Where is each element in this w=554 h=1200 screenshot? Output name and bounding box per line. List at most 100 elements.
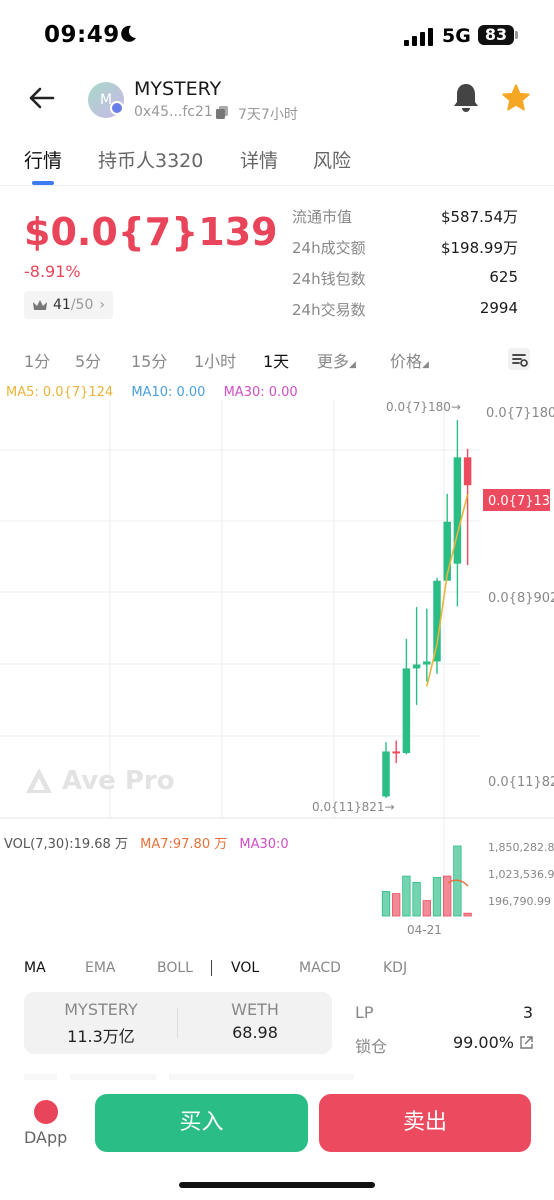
indicator-boll[interactable]: BOLL [157,960,193,976]
low-price-marker: 0.0{11}821→ [312,800,395,814]
price-mode-dropdown[interactable]: 价格◢ [390,348,429,372]
price-axis-label: 0.0{11}821 [488,775,554,790]
stat-value: $587.54万 [440,208,518,226]
liquidity-pool-card: MYSTERY 11.3万亿 WETH 68.98 [24,992,332,1054]
chevron-right-icon: › [99,297,105,313]
watermark-text: Ave Pro [62,766,175,796]
interval-1m[interactable]: 1分 [24,348,50,372]
interval-bar: 1分 5分 15分 1小时 1天 更多◢ 价格◢ [0,344,554,374]
interval-5m[interactable]: 5分 [75,348,101,372]
stat-row: 24h钱包数 625 [292,268,518,299]
pool-token-b: WETH 68.98 [178,1000,332,1042]
buy-button[interactable]: 买入 [95,1094,308,1152]
copy-icon[interactable] [216,106,228,119]
volume-bar [463,912,472,917]
vol-label: VOL(7,30):19.68 万 [4,837,128,852]
bell-icon[interactable] [452,82,480,112]
tab-market[interactable]: 行情 [24,146,62,173]
ma10-label: MA10: 0.00 [131,385,206,400]
moon-icon [121,25,136,42]
stat-label: 流通市值 [292,208,353,226]
rank-total: /50 [70,297,94,313]
stat-value: 2994 [479,299,518,317]
stat-row: 24h成交额 $198.99万 [292,237,518,268]
dapp-icon[interactable] [34,1100,58,1124]
external-link-icon[interactable] [520,1036,533,1049]
interval-more-dropdown[interactable]: 更多◢ [317,348,356,372]
pool-token-a-amount: 11.3万亿 [67,1027,135,1046]
volume-bar [402,875,411,917]
volume-bar [381,891,391,917]
stat-value: $198.99万 [440,239,518,257]
ma30-label: MA30: 0.00 [223,385,298,400]
high-price-marker: 0.0{7}180→ [386,400,461,414]
lock-value-wrap: 99.00% [453,1033,533,1052]
back-arrow-icon[interactable] [28,86,56,110]
indicator-kdj[interactable]: KDJ [383,960,407,976]
chart-settings-icon[interactable] [508,348,530,370]
candle-body [463,457,472,486]
crown-icon [33,300,47,310]
battery-icon: 83 [478,25,514,45]
indicator-separator [211,960,212,976]
volume-bar [432,877,442,917]
battery-tip [515,31,518,39]
lp-value: 3 [522,1003,533,1022]
volume-axis-label: 1,023,536.92 [488,868,554,881]
token-age: 7天7小时 [238,107,298,123]
indicator-macd[interactable]: MACD [299,960,341,976]
rank-badge[interactable]: 41/50 › [24,291,113,319]
kline-chart[interactable]: 0.0{7}180 0.0{8}902 0.0{11}821 0.0{7}180… [0,400,554,940]
ma-legend: MA5: 0.0{7}124 MA10: 0.00 MA30: 0.00 [6,385,312,400]
indicator-vol[interactable]: VOL [231,960,259,976]
interval-more-label: 更多 [317,352,350,371]
indicator-ema[interactable]: EMA [85,960,116,976]
volume-bar [412,881,421,917]
obscured-row [24,1074,354,1080]
token-address: 0x45...fc21 [134,104,213,120]
tab-holders[interactable]: 持币人3320 [98,146,203,173]
favorite-star-icon[interactable] [502,84,530,112]
signal-icon [404,28,433,46]
tab-details[interactable]: 详情 [240,146,278,173]
token-name: MYSTERY [134,78,222,100]
last-price-tag-text: 0.0{7}139 [488,494,554,509]
volume-axis-label: 196,790.99 [488,895,551,908]
candle-body [402,668,411,753]
lock-value: 99.00% [452,1033,514,1052]
candle-body [382,751,390,797]
network-type: 5G [442,25,471,47]
current-price: $0.0{7}139 [24,210,278,254]
stat-row: 流通市值 $587.54万 [292,206,518,237]
candle-body [423,661,431,665]
token-header: M MYSTERY 0x45...fc21 7天7小时 [0,72,554,128]
dropdown-triangle-icon: ◢ [349,360,356,370]
stat-value: 625 [489,268,518,286]
pool-token-b-name: WETH [231,1000,279,1019]
pool-token-a-name: MYSTERY [64,1000,138,1019]
volume-bar [422,900,431,917]
price-change: -8.91% [24,262,81,281]
stat-row: 24h交易数 2994 [292,299,518,330]
interval-15m[interactable]: 15分 [131,348,167,372]
rank-value: 41 [53,297,71,313]
tab-risk[interactable]: 风险 [313,146,351,173]
sell-button[interactable]: 卖出 [319,1094,531,1152]
candle-body [392,751,400,754]
interval-1d[interactable]: 1天 [263,348,289,372]
vol-ma7-label: MA7:97.80 万 [140,837,228,852]
status-time: 09:49 [44,22,120,48]
lp-label: LP [355,1003,374,1022]
indicator-ma[interactable]: MA [24,960,46,976]
watermark: Ave Pro [24,766,175,796]
interval-1h[interactable]: 1小时 [194,348,236,372]
stat-label: 24h钱包数 [292,270,366,288]
dapp-label[interactable]: DApp [24,1128,67,1147]
price-axis-label: 0.0{8}902 [488,591,554,606]
indicator-tabs: MA EMA BOLL VOL MACD KDJ [0,958,554,980]
candle-body [412,664,421,669]
price-mode-label: 价格 [390,352,423,371]
volume-legend: VOL(7,30):19.68 万 MA7:97.80 万 MA30:0 [4,833,297,852]
status-bar: 09:49 5G 83 [0,0,554,72]
date-axis-label: 04-21 [407,923,442,937]
